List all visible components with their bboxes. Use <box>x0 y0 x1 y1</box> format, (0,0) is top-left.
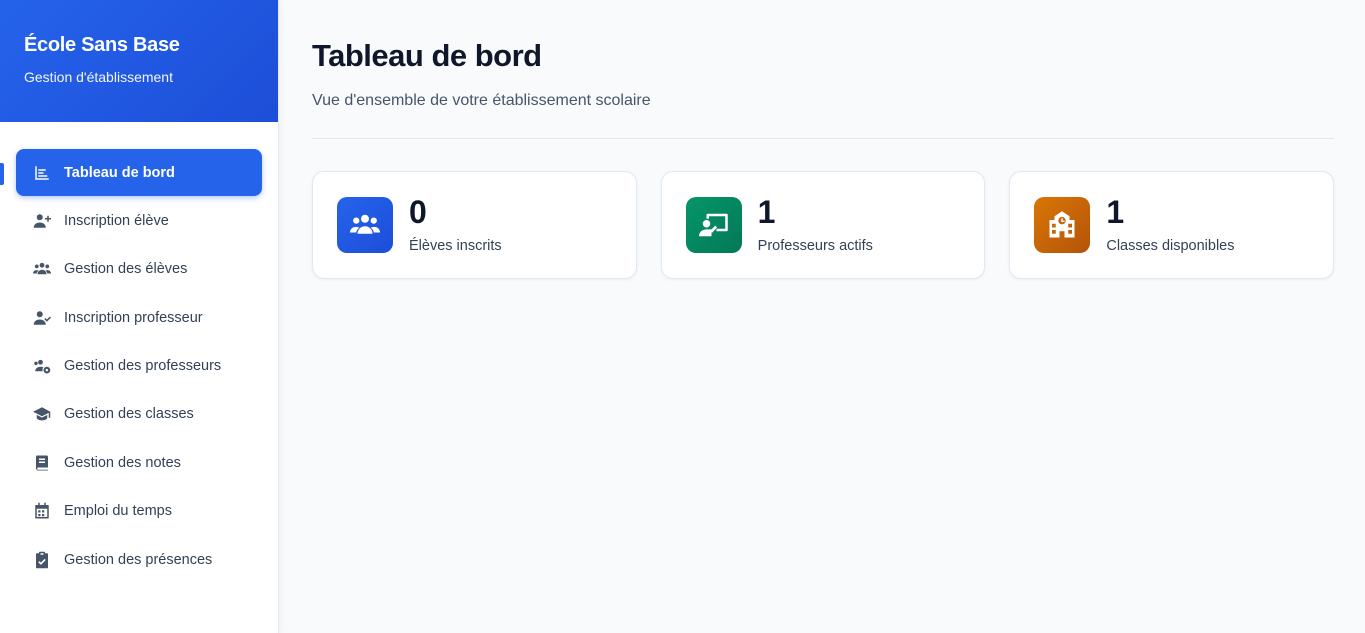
stat-value: 1 <box>1106 194 1125 230</box>
sidebar-item-label: Gestion des professeurs <box>64 358 222 375</box>
graduation-cap-icon <box>32 404 52 424</box>
sidebar-item-label: Gestion des notes <box>64 454 181 471</box>
stat-card-professeurs: 1 Professeurs actifs <box>660 171 986 279</box>
stat-card-eleves: 0 Élèves inscrits <box>312 171 637 279</box>
chart-icon <box>32 163 52 183</box>
sidebar-item-label: Inscription professeur <box>64 309 203 326</box>
active-indicator <box>0 163 4 185</box>
school-icon <box>1034 197 1091 253</box>
brand-subtitle: Gestion d'établissement <box>24 69 173 85</box>
calendar-icon <box>32 501 52 521</box>
page-subtitle: Vue d'ensemble de votre établissement sc… <box>312 92 651 109</box>
sidebar-item-label: Emploi du temps <box>64 503 172 520</box>
divider <box>312 138 1334 139</box>
sidebar-item-gestion-presences[interactable]: Gestion des présences <box>16 536 262 583</box>
sidebar-item-label: Tableau de bord <box>64 164 175 181</box>
stat-text: 0 Élèves inscrits <box>409 196 502 254</box>
user-check-icon <box>32 308 52 328</box>
clipboard-check-icon <box>32 550 52 570</box>
users-cog-icon <box>32 356 52 376</box>
sidebar-item-gestion-notes[interactable]: Gestion des notes <box>16 439 262 486</box>
sidebar-item-gestion-classes[interactable]: Gestion des classes <box>16 391 262 438</box>
sidebar-item-label: Gestion des élèves <box>64 261 188 278</box>
stat-label: Élèves inscrits <box>409 238 502 254</box>
sidebar-item-gestion-eleves[interactable]: Gestion des élèves <box>16 246 262 293</box>
stat-value: 1 <box>757 194 776 230</box>
chalkboard-teacher-icon <box>685 197 742 253</box>
sidebar-nav: Tableau de bord Inscription élève Gestio… <box>0 122 278 583</box>
user-plus-icon <box>32 211 52 231</box>
sidebar-item-gestion-professeurs[interactable]: Gestion des professeurs <box>16 343 262 390</box>
stat-value: 0 <box>409 194 427 230</box>
page-title: Tableau de bord <box>312 38 542 73</box>
sidebar-item-emploi-du-temps[interactable]: Emploi du temps <box>16 488 262 535</box>
main-content: Tableau de bord Vue d'ensemble de votre … <box>279 0 1365 633</box>
sidebar-item-label: Inscription élève <box>64 212 169 229</box>
stat-card-classes: 1 Classes disponibles <box>1009 171 1335 279</box>
brand-header: École Sans Base Gestion d'établissement <box>0 0 278 122</box>
brand-title: École Sans Base <box>24 34 180 56</box>
app-root: École Sans Base Gestion d'établissement … <box>0 0 1365 633</box>
sidebar: École Sans Base Gestion d'établissement … <box>0 0 279 633</box>
sidebar-item-label: Gestion des présences <box>64 551 213 568</box>
stat-text: 1 Classes disponibles <box>1106 196 1234 254</box>
sidebar-item-label: Gestion des classes <box>64 406 194 423</box>
sidebar-item-tableau-de-bord[interactable]: Tableau de bord <box>16 149 262 196</box>
sidebar-item-inscription-professeur[interactable]: Inscription professeur <box>16 294 262 341</box>
sidebar-item-inscription-eleve[interactable]: Inscription élève <box>16 197 262 244</box>
stat-label: Classes disponibles <box>1106 238 1235 254</box>
stat-label: Professeurs actifs <box>757 238 873 254</box>
users-icon <box>32 259 52 279</box>
stat-text: 1 Professeurs actifs <box>758 196 873 254</box>
users-icon <box>337 197 393 253</box>
stats-cards: 0 Élèves inscrits 1 Professeurs actifs 1… <box>312 171 1335 279</box>
book-icon <box>32 453 52 473</box>
